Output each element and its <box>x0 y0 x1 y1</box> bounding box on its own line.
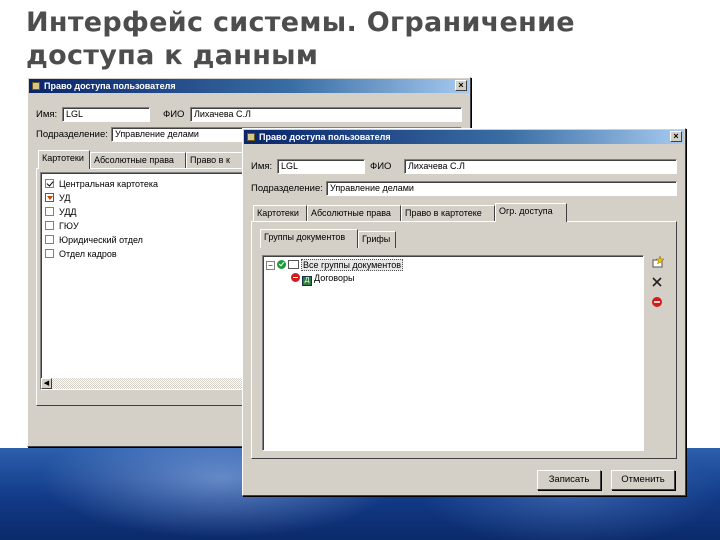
tab-card-rights[interactable]: Право в картотеке <box>401 205 495 222</box>
department-label: Подразделение: <box>36 129 108 140</box>
back-dialog-titlebar[interactable]: Право доступа пользователя × <box>29 79 469 93</box>
delete-icon[interactable] <box>650 276 664 290</box>
subtab-stamps[interactable]: Грифы <box>358 231 396 248</box>
close-button[interactable]: × <box>670 131 682 142</box>
list-item[interactable]: Центральная картотека <box>45 177 158 191</box>
fio-label: ФИО <box>370 161 392 172</box>
checkbox-icon[interactable] <box>45 179 54 188</box>
checkbox-icon[interactable] <box>45 207 54 216</box>
window-icon <box>247 133 255 141</box>
cancel-button[interactable]: Отменить <box>611 470 675 490</box>
department-field[interactable]: Управление делами <box>326 181 677 196</box>
folder-icon <box>288 260 299 269</box>
fio-field[interactable]: Лихачева С.Л <box>190 107 462 122</box>
checkbox-icon[interactable] <box>45 235 54 244</box>
tree-item-contracts[interactable]: Д Договоры <box>291 272 354 286</box>
checkbox-icon[interactable] <box>45 221 54 230</box>
checkbox-icon[interactable] <box>45 249 54 258</box>
department-label: Подразделение: <box>251 183 323 194</box>
tree-item-all-groups[interactable]: − Все группы документов <box>266 259 404 272</box>
name-label: Имя: <box>251 161 273 172</box>
add-icon[interactable] <box>650 255 665 270</box>
window-icon <box>32 82 40 90</box>
slide-title: Интерфейс системы. Ограничение доступа к… <box>26 6 626 72</box>
subtab-document-groups[interactable]: Группы документов <box>260 229 358 248</box>
name-field[interactable]: LGL <box>62 107 150 122</box>
front-dialog-title: Право доступа пользователя <box>259 132 391 142</box>
checkbox-icon[interactable] <box>45 193 54 202</box>
tab-access-restriction[interactable]: Огр. доступа <box>495 203 567 222</box>
save-button[interactable]: Записать <box>537 470 601 490</box>
list-item[interactable]: ГЮУ <box>45 219 79 233</box>
front-tab-panel: Группы документов Грифы − Все группы доку… <box>251 221 677 459</box>
name-field[interactable]: LGL <box>277 159 365 174</box>
scroll-left-icon[interactable]: ◀ <box>41 378 52 389</box>
list-item[interactable]: УДД <box>45 205 77 219</box>
list-item[interactable]: УД <box>45 191 70 205</box>
document-group-icon: Д <box>302 276 312 286</box>
tab-absolute-rights[interactable]: Абсолютные права <box>307 205 401 222</box>
front-access-dialog: Право доступа пользователя × Имя: LGL ФИ… <box>242 128 686 496</box>
tab-card-rights[interactable]: Право в к <box>186 152 244 169</box>
slide-title-line-1: Интерфейс системы. Ограничение <box>26 7 575 38</box>
deny-icon[interactable] <box>650 296 664 310</box>
list-item[interactable]: Юридический отдел <box>45 233 143 247</box>
list-item[interactable]: Отдел кадров <box>45 247 117 261</box>
close-button[interactable]: × <box>455 80 467 91</box>
back-dialog-title: Право доступа пользователя <box>44 81 176 91</box>
tab-absolute-rights[interactable]: Абсолютные права <box>90 152 186 169</box>
collapse-icon[interactable]: − <box>266 261 275 270</box>
document-groups-tree: − Все группы документов Д Договоры <box>262 255 644 451</box>
tab-cards[interactable]: Картотеки <box>253 205 307 222</box>
tab-cards[interactable]: Картотеки <box>38 150 90 169</box>
fio-label: ФИО <box>163 109 185 120</box>
name-label: Имя: <box>36 109 58 120</box>
front-dialog-titlebar[interactable]: Право доступа пользователя × <box>244 130 684 144</box>
slide-title-line-2: доступа к данным <box>26 40 319 71</box>
fio-field[interactable]: Лихачева С.Л <box>404 159 677 174</box>
denied-icon <box>291 273 300 282</box>
allowed-icon <box>277 260 286 269</box>
